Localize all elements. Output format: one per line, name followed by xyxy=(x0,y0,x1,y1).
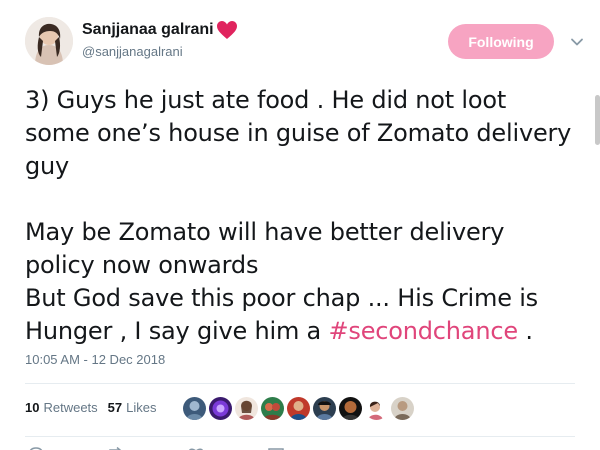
like-icon[interactable] xyxy=(187,444,205,450)
liker-avatar[interactable] xyxy=(183,396,206,420)
chevron-down-icon[interactable] xyxy=(569,34,585,50)
tweet-line: 3) Guys he just ate food . He did not lo… xyxy=(25,86,507,114)
liker-avatar[interactable] xyxy=(365,396,388,420)
reply-icon[interactable] xyxy=(27,444,45,450)
tweet-timestamp[interactable]: 10:05 AM - 12 Dec 2018 xyxy=(25,352,165,367)
message-icon[interactable] xyxy=(267,444,285,450)
liker-avatar[interactable] xyxy=(287,396,310,420)
retweets-count: 10 xyxy=(25,400,40,415)
divider xyxy=(25,383,575,384)
author-handle[interactable]: @sanjjanagalrani xyxy=(82,44,183,59)
following-button[interactable]: Following xyxy=(448,24,554,59)
liker-avatar[interactable] xyxy=(391,396,414,420)
author-avatar[interactable] xyxy=(25,17,73,65)
red-heart-icon xyxy=(216,20,238,40)
divider xyxy=(25,436,575,437)
tweet-line: But God save this poor chap ... His Crim… xyxy=(25,284,538,312)
liker-avatar[interactable] xyxy=(313,396,336,420)
retweets-label: Retweets xyxy=(43,400,98,415)
author-display-name[interactable]: Sanjjanaa galrani xyxy=(82,20,238,40)
tweet-line-text: . xyxy=(517,317,533,345)
likes-label: Likes xyxy=(126,400,157,415)
tweet-card: Sanjjanaa galrani @sanjjanagalrani Follo… xyxy=(0,0,600,450)
liker-avatar[interactable] xyxy=(339,396,362,420)
tweet-text: 3) Guys he just ate food . He did not lo… xyxy=(25,84,593,348)
display-name-text[interactable]: Sanjjanaa galrani xyxy=(82,21,214,39)
tweet-line: May be Zomato will have better delivery xyxy=(25,218,505,246)
tweet-actions xyxy=(25,444,425,450)
tweet-stats: 10 Retweets 57 Likes xyxy=(25,400,167,415)
tweet-line-text: Hunger , I say give him a xyxy=(25,317,329,345)
likers-avatars xyxy=(183,396,417,420)
liker-avatar[interactable] xyxy=(261,396,284,420)
tweet-line: Hunger , I say give him a #secondchance … xyxy=(25,315,593,348)
liker-avatar[interactable] xyxy=(235,396,258,420)
likes-count: 57 xyxy=(107,400,123,415)
likes-stat[interactable]: 57 Likes xyxy=(108,400,157,415)
liker-avatar[interactable] xyxy=(209,396,232,420)
tweet-line: guy xyxy=(25,152,70,180)
retweets-stat[interactable]: 10 Retweets xyxy=(25,400,98,415)
scrollbar[interactable] xyxy=(595,95,600,145)
tweet-line: some one’s house in guise of Zomato deli… xyxy=(25,119,572,147)
tweet-line: policy now onwards xyxy=(25,251,259,279)
retweet-icon[interactable] xyxy=(107,444,125,450)
hashtag-link[interactable]: #secondchance xyxy=(329,317,519,345)
